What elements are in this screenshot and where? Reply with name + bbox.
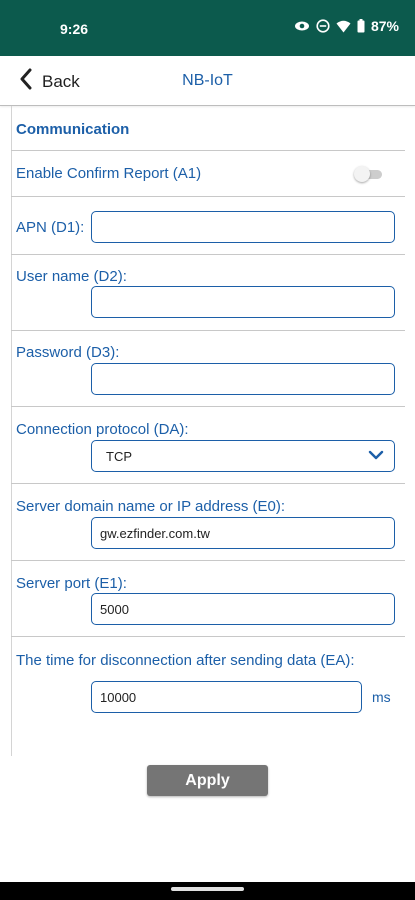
apn-input[interactable] [91, 211, 395, 243]
eye-icon [294, 19, 310, 33]
do-not-disturb-icon [316, 19, 330, 33]
divider [11, 196, 405, 197]
protocol-selected-value: TCP [106, 448, 132, 464]
server-address-input[interactable]: gw.ezfinder.com.tw [91, 517, 395, 549]
password-input[interactable] [91, 363, 395, 395]
status-icons: 87% [294, 18, 399, 34]
confirm-report-toggle[interactable] [354, 166, 382, 182]
apply-button[interactable]: Apply [147, 765, 268, 796]
chevron-down-icon [368, 449, 384, 464]
divider [11, 483, 405, 484]
username-input[interactable] [91, 286, 395, 318]
protocol-select[interactable]: TCP [91, 440, 395, 472]
status-bar: 9:26 87% [0, 0, 415, 56]
disconnect-time-input[interactable]: 10000 [91, 681, 362, 713]
section-title: Communication [16, 121, 130, 138]
page-title: NB-IoT [182, 72, 233, 89]
divider [11, 330, 405, 331]
divider [11, 254, 405, 255]
disconnect-time-label: The time for disconnection after sending… [16, 652, 355, 669]
server-address-label: Server domain name or IP address (E0): [16, 498, 286, 515]
disconnect-time-unit: ms [372, 689, 391, 705]
divider [11, 560, 405, 561]
server-port-label: Server port (E1): [16, 575, 127, 592]
status-time: 9:26 [60, 21, 89, 37]
toggle-thumb [354, 166, 370, 182]
gesture-nav-bar [0, 882, 415, 900]
password-label: Password (D3): [16, 344, 120, 361]
battery-icon [357, 19, 365, 33]
divider [11, 636, 405, 637]
wifi-icon [336, 20, 351, 33]
apn-label: APN (D1): [16, 219, 85, 236]
form-frame-border [11, 106, 12, 756]
server-port-input[interactable]: 5000 [91, 593, 395, 625]
protocol-label: Connection protocol (DA): [16, 421, 189, 438]
battery-percent: 87% [370, 18, 399, 34]
divider [11, 406, 405, 407]
username-label: User name (D2): [16, 268, 127, 285]
divider [11, 150, 405, 151]
home-handle[interactable] [171, 887, 244, 891]
confirm-report-label: Enable Confirm Report (A1) [16, 165, 202, 182]
nav-bar: Back NB-IoT [0, 56, 415, 106]
